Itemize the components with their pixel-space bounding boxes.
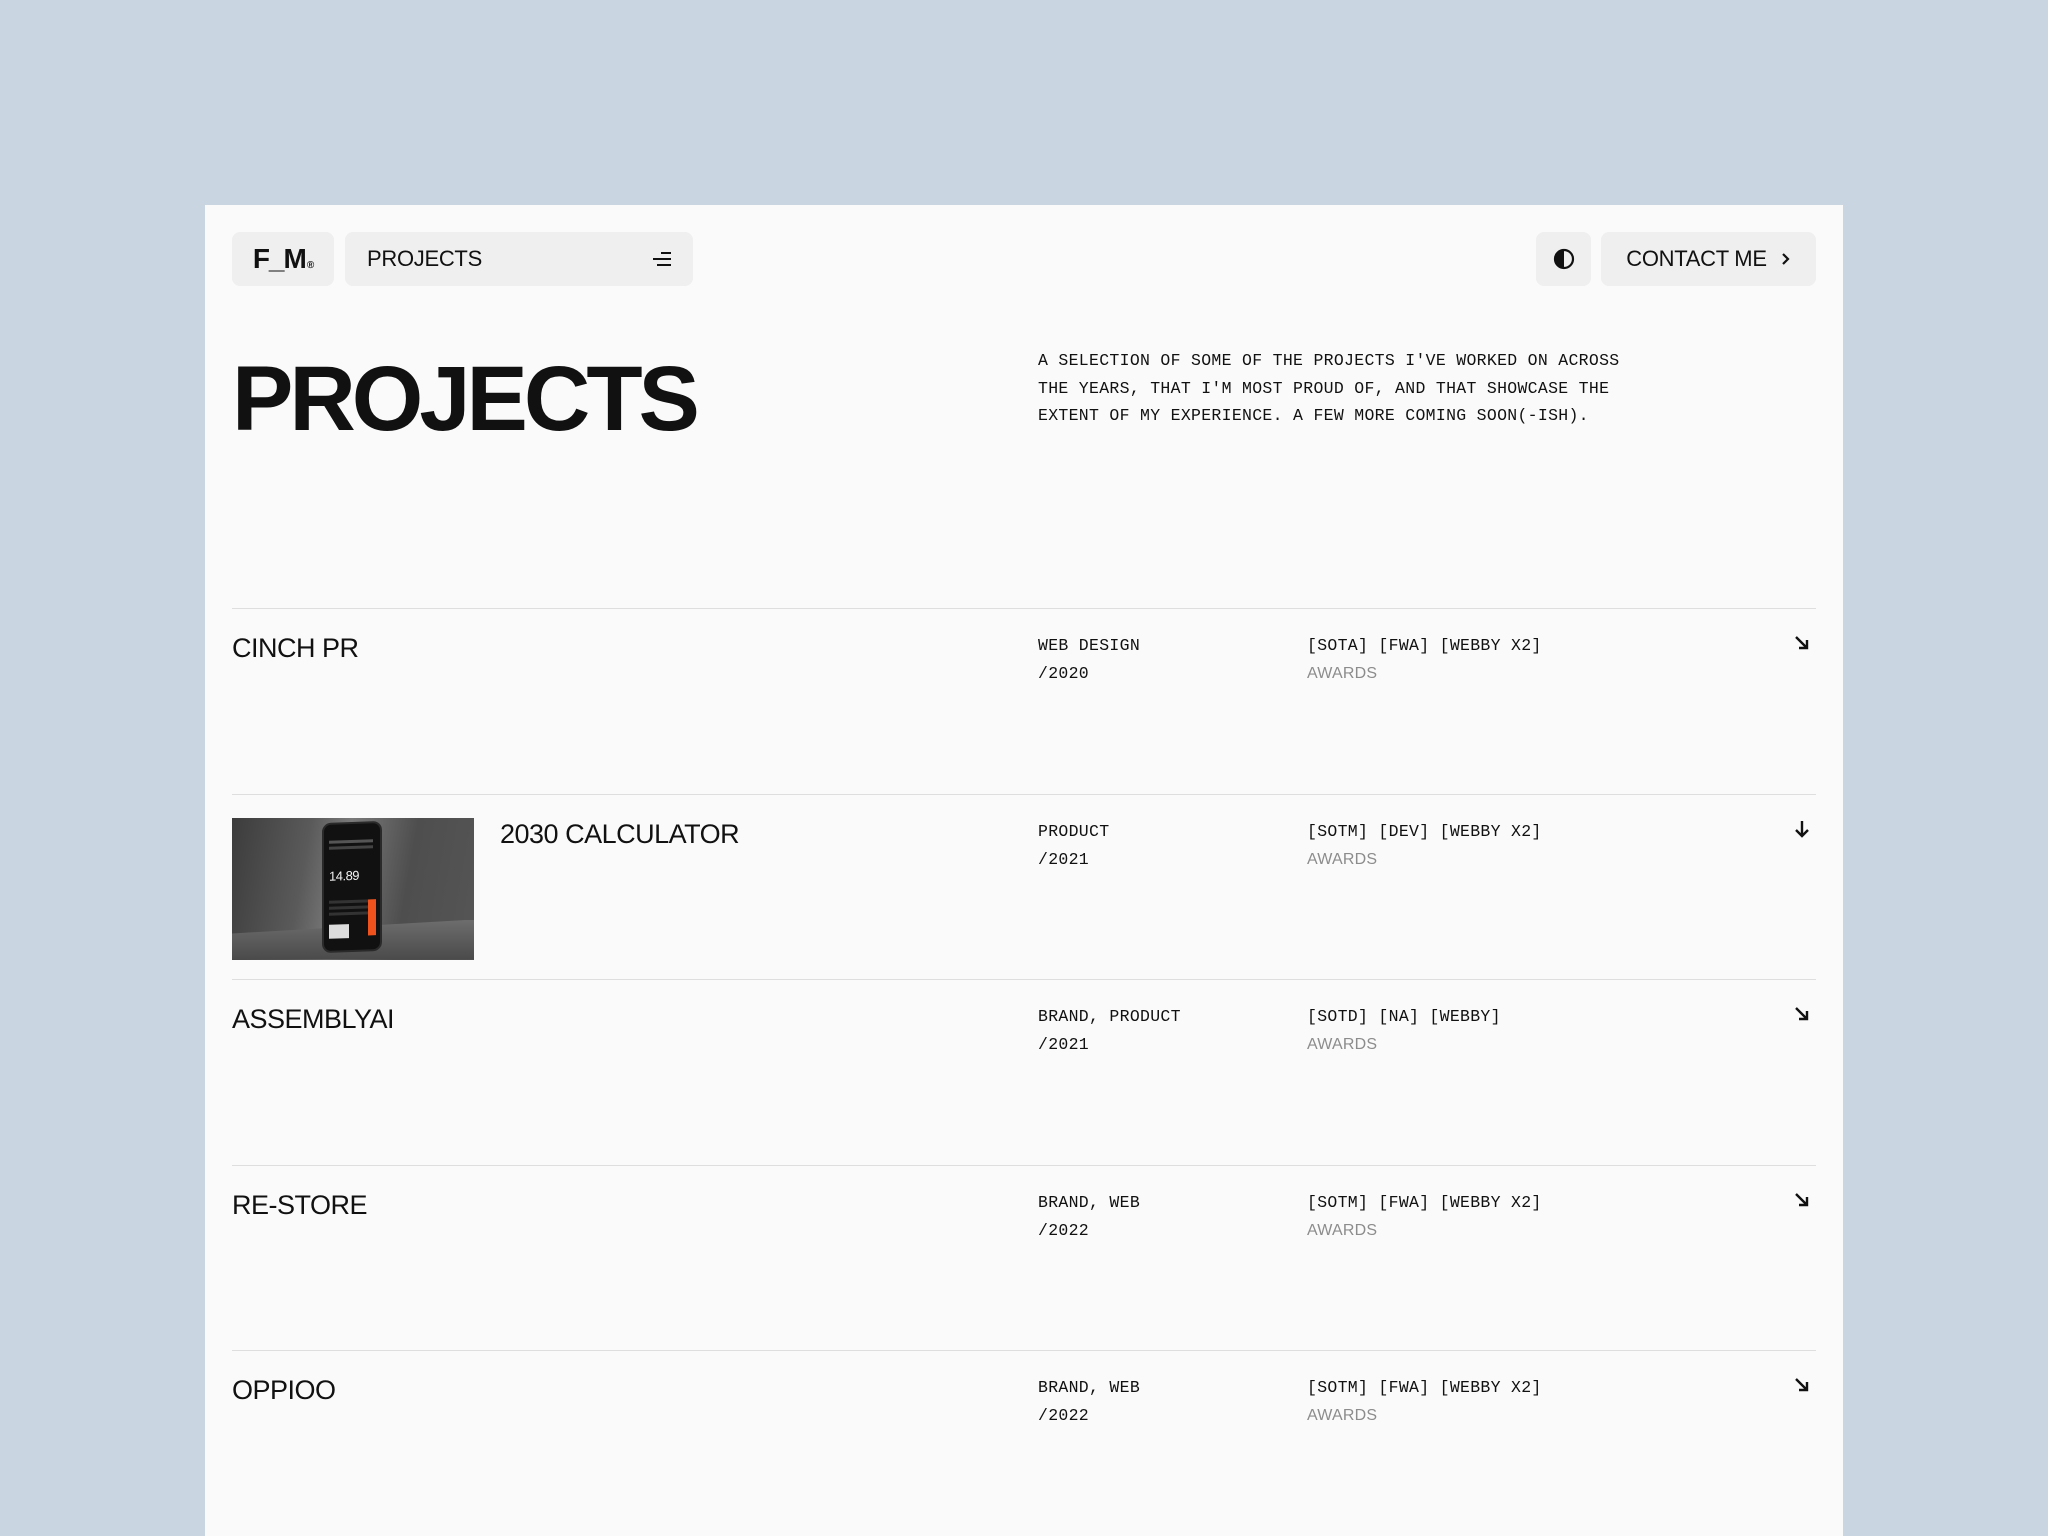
project-year: /2021 — [1038, 1035, 1090, 1054]
project-category: BRAND, WEB — [1038, 1192, 1141, 1212]
registered-mark: ® — [306, 259, 314, 271]
top-nav: F_M ® PROJECTS CONTACT ME — [232, 232, 1816, 286]
awards-label: AWARDS — [1307, 665, 1378, 682]
awards-list: [SOTA] [FWA] [WEBBY X2] — [1307, 636, 1542, 655]
awards-label: AWARDS — [1307, 1036, 1378, 1053]
project-year: /2022 — [1038, 1406, 1090, 1425]
intro-line: THE YEARS, THAT I'M MOST PROUD OF, AND T… — [1038, 378, 1610, 398]
project-meta: BRAND, WEB /2022 — [1038, 1189, 1140, 1245]
chevron-right-icon — [1781, 253, 1790, 265]
arrow-down-icon[interactable] — [1792, 819, 1812, 839]
project-row-cinch-pr[interactable]: CINCH PR WEB DESIGN /2020 [SOTA] [FWA] [… — [232, 608, 1816, 794]
logo: F_M — [252, 243, 307, 274]
project-awards: [SOTM] [DEV] [WEBBY X2] AWARDS — [1307, 818, 1542, 874]
project-category: WEB DESIGN — [1038, 636, 1141, 655]
page-title: PROJECTS — [232, 348, 700, 450]
project-meta: WEB DESIGN /2020 — [1038, 632, 1140, 688]
browser-page: F_M ® PROJECTS CONTACT ME PROJECTS A SELE… — [205, 205, 1843, 1536]
project-name: CINCH PR — [232, 633, 359, 663]
intro-line: A SELECTION OF SOME OF THE PROJECTS I'VE… — [1038, 351, 1620, 370]
project-name: RE-STORE — [232, 1189, 368, 1220]
project-category: PRODUCT — [1038, 821, 1110, 841]
project-category: BRAND, PRODUCT — [1038, 1007, 1181, 1026]
project-year: /2021 — [1038, 849, 1090, 869]
menu-label: PROJECTS — [367, 246, 482, 271]
logo-button[interactable]: F_M ® — [232, 232, 334, 286]
awards-list: [SOTM] [FWA] [WEBBY X2] — [1307, 1192, 1542, 1212]
contact-me-button[interactable]: CONTACT ME — [1601, 232, 1816, 286]
arrow-down-right-icon[interactable] — [1792, 633, 1812, 653]
contact-label: CONTACT ME — [1626, 246, 1767, 271]
menu-icon — [651, 251, 671, 267]
project-year: /2022 — [1038, 1220, 1090, 1240]
awards-label: AWARDS — [1307, 1221, 1378, 1239]
arrow-down-right-icon[interactable] — [1792, 1190, 1812, 1210]
awards-label: AWARDS — [1307, 850, 1378, 868]
project-category: BRAND, WEB — [1038, 1378, 1141, 1397]
arrow-down-right-icon[interactable] — [1792, 1375, 1812, 1395]
project-row-re-store[interactable]: RE-STORE BRAND, WEB /2022 [SOTM] [FWA] [… — [232, 1164, 1816, 1351]
awards-list: [SOTD] [NA] [WEBBY] — [1307, 1007, 1501, 1026]
awards-label: AWARDS — [1307, 1407, 1378, 1424]
project-awards: [SOTA] [FWA] [WEBBY X2] AWARDS — [1307, 632, 1542, 688]
project-meta: BRAND, WEB /2022 — [1038, 1374, 1140, 1430]
project-list: CINCH PR WEB DESIGN /2020 [SOTA] [FWA] [… — [232, 608, 1816, 1536]
project-meta: BRAND, PRODUCT /2021 — [1038, 1003, 1181, 1059]
project-year: /2020 — [1038, 664, 1090, 683]
project-name: OPPIOO — [232, 1375, 336, 1405]
project-awards: [SOTM] [FWA] [WEBBY X2] AWARDS — [1307, 1374, 1542, 1430]
project-row-oppioo[interactable]: OPPIOO BRAND, WEB /2022 [SOTM] [FWA] [WE… — [232, 1350, 1816, 1536]
awards-list: [SOTM] [DEV] [WEBBY X2] — [1307, 821, 1542, 841]
intro-text: A SELECTION OF SOME OF THE PROJECTS I'VE… — [1038, 347, 1678, 430]
phone-mockup: 14.89 — [322, 820, 382, 953]
project-thumbnail: 14.89 — [232, 817, 474, 960]
projects-menu-button[interactable]: PROJECTS — [345, 232, 693, 286]
arrow-down-right-icon[interactable] — [1792, 1004, 1812, 1024]
awards-list: [SOTM] [FWA] [WEBBY X2] — [1307, 1378, 1542, 1397]
project-row-2030-calculator[interactable]: 14.89 2030 CALCULATOR PRODUCT /2021 [SOT… — [232, 793, 1816, 980]
intro-line: EXTENT OF MY EXPERIENCE. A FEW MORE COMI… — [1038, 406, 1589, 425]
project-awards: [SOTM] [FWA] [WEBBY X2] AWARDS — [1307, 1189, 1542, 1245]
project-name: 2030 CALCULATOR — [500, 818, 740, 849]
contrast-icon — [1553, 248, 1574, 270]
project-row-assemblyai[interactable]: ASSEMBLYAI BRAND, PRODUCT /2021 [SOTD] [… — [232, 979, 1816, 1165]
project-awards: [SOTD] [NA] [WEBBY] AWARDS — [1307, 1003, 1501, 1059]
theme-toggle-button[interactable] — [1536, 232, 1591, 286]
phone-value: 14.89 — [329, 867, 360, 884]
project-meta: PRODUCT /2021 — [1038, 818, 1109, 874]
project-name: ASSEMBLYAI — [232, 1004, 395, 1034]
